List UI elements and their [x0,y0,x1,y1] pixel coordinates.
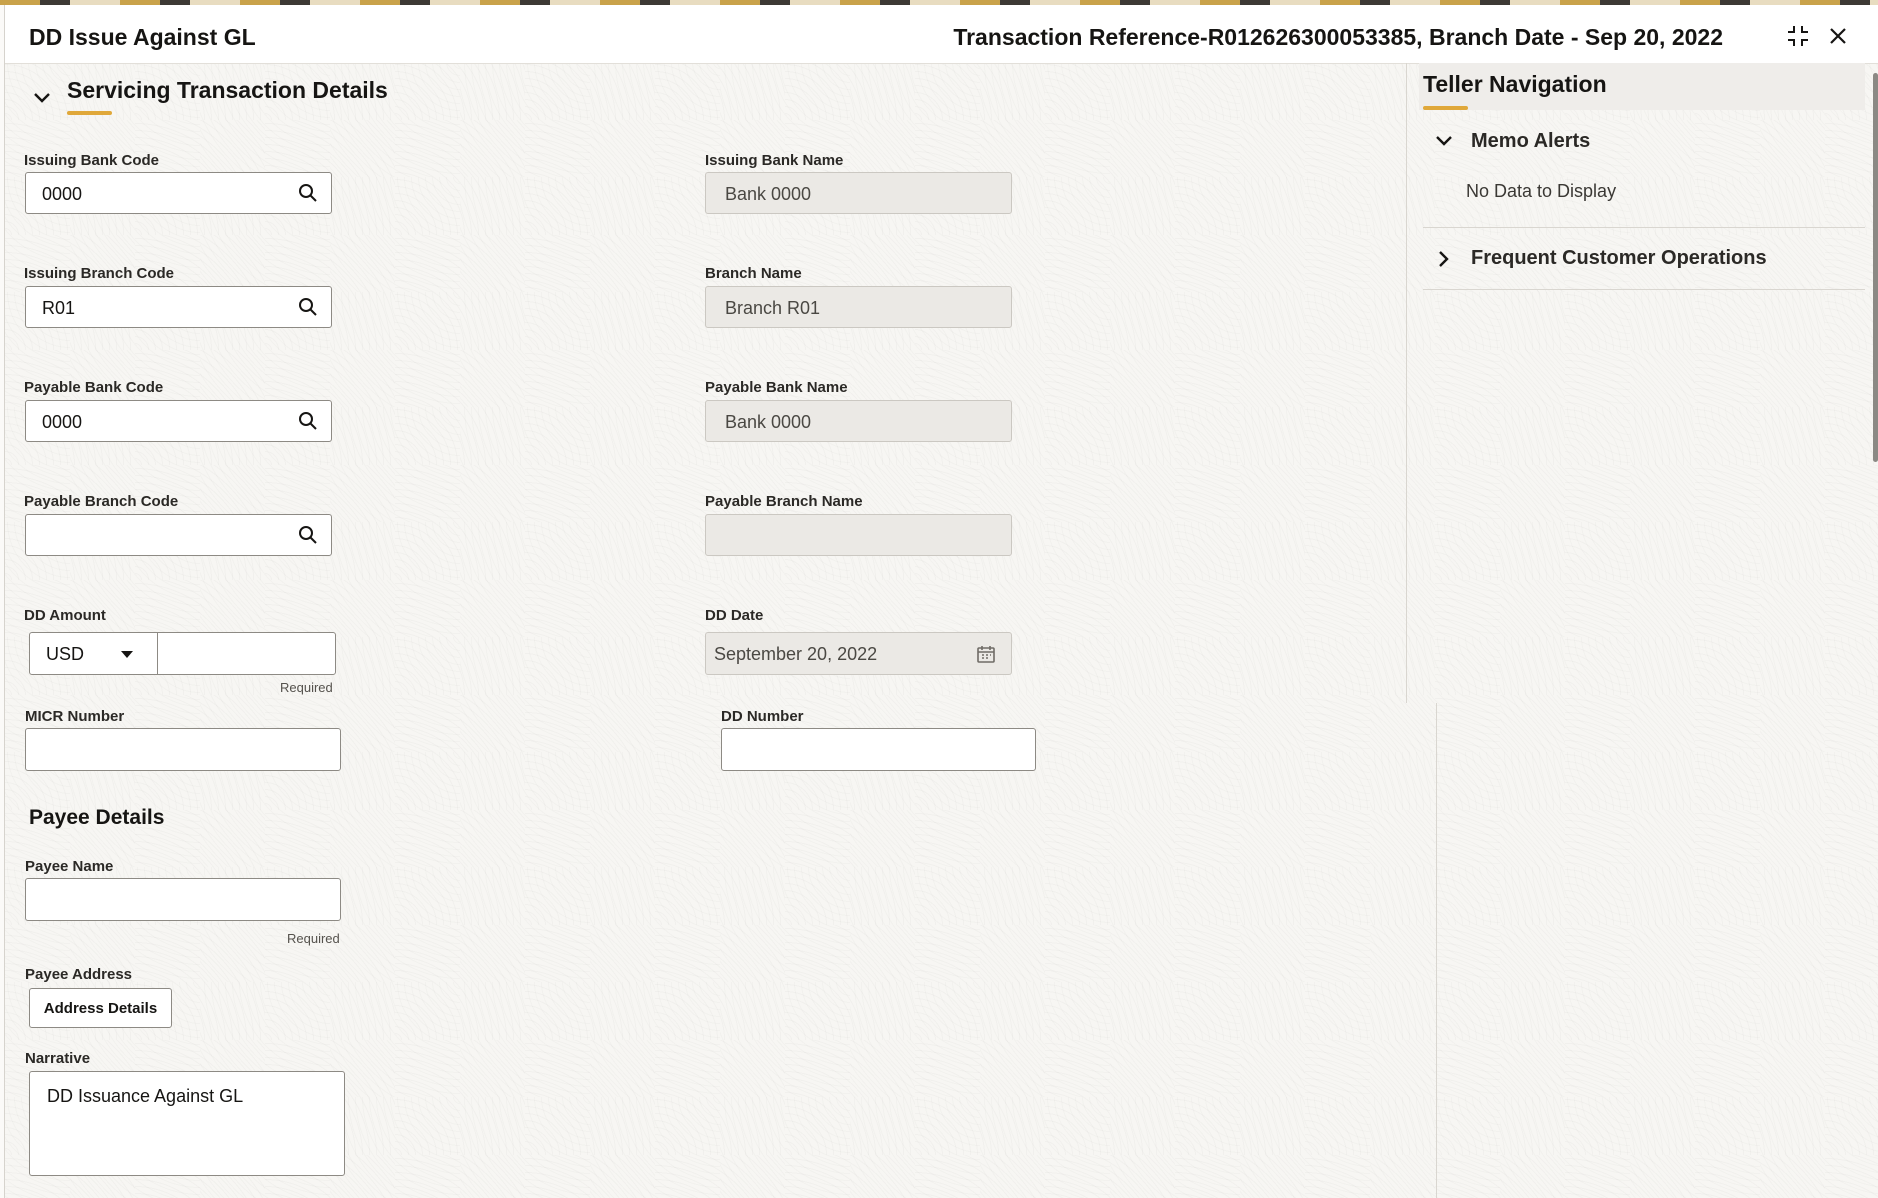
dd-amount-label: DD Amount [24,607,106,624]
caret-down-icon [121,651,133,658]
branch-name-label: Branch Name [705,265,802,282]
dd-number-label: DD Number [721,708,804,725]
issuing-bank-code-label: Issuing Bank Code [24,152,160,169]
teller-panel-scrollbar[interactable] [1873,73,1878,462]
issuing-bank-name-value: Bank 0000 [725,184,812,204]
issuing-branch-code-input[interactable]: R01 [25,286,332,328]
payable-bank-name-label: Payable Bank Name [705,379,848,396]
calendar-icon[interactable] [975,643,997,665]
window-header: DD Issue Against GL Transaction Referenc… [5,5,1878,64]
narrative-value: DD Issuance Against GL [47,1086,244,1106]
issuing-bank-name-label: Issuing Bank Name [705,152,844,169]
memo-divider [1423,227,1865,228]
search-icon[interactable] [297,410,319,432]
issuing-bank-code-input[interactable]: 0000 [25,172,332,214]
payee-address-label: Payee Address [25,966,133,983]
teller-navigation-title: Teller Navigation [1423,71,1607,97]
payee-name-label: Payee Name [25,858,114,875]
search-icon[interactable] [297,182,319,204]
section-title: Servicing Transaction Details [67,77,388,103]
minimize-icon[interactable] [1783,21,1813,51]
payable-bank-code-label: Payable Bank Code [24,379,164,396]
issuing-branch-code-value: R01 [42,298,76,318]
payable-branch-code-label: Payable Branch Code [24,493,179,510]
dd-number-input[interactable] [721,728,1036,771]
payable-branch-name-field [705,514,1012,556]
issuing-branch-code-label: Issuing Branch Code [24,265,175,282]
close-icon[interactable] [1823,21,1853,51]
issuing-bank-code-value: 0000 [42,184,83,204]
dd-date-field[interactable]: September 20, 2022 [705,632,1012,675]
currency-value: USD [46,644,85,664]
chevron-down-icon[interactable] [1431,128,1457,154]
payee-name-input[interactable] [25,878,341,921]
payable-bank-name-value: Bank 0000 [725,412,812,432]
issuing-bank-name-field: Bank 0000 [705,172,1012,214]
panel-divider-lower [1436,703,1437,1198]
payable-bank-code-input[interactable]: 0000 [25,400,332,442]
dd-amount-input[interactable] [157,632,336,675]
dd-amount-required-hint: Required [280,680,333,695]
payable-branch-code-input[interactable] [25,514,332,556]
memo-alerts-toggle[interactable]: Memo Alerts [1471,130,1590,153]
payable-bank-name-field: Bank 0000 [705,400,1012,442]
frequent-ops-divider [1423,289,1865,290]
memo-alerts-empty-text: No Data to Display [1466,181,1617,201]
chevron-down-icon[interactable] [29,85,55,111]
dd-issue-window: DD Issue Against GL Transaction Referenc… [4,5,1878,1198]
dd-date-value: September 20, 2022 [714,644,878,664]
search-icon[interactable] [297,296,319,318]
micr-number-label: MICR Number [25,708,125,725]
narrative-label: Narrative [25,1050,91,1067]
payee-details-title: Payee Details [29,806,165,829]
chevron-right-icon[interactable] [1431,246,1457,272]
payable-bank-code-value: 0000 [42,412,83,432]
address-details-button[interactable]: Address Details [29,988,172,1028]
currency-select[interactable]: USD [29,632,158,675]
branch-name-value: Branch R01 [725,298,821,318]
window-title: DD Issue Against GL [29,24,256,50]
section-underline [67,111,112,115]
search-icon[interactable] [297,524,319,546]
teller-underline [1423,106,1468,110]
transaction-reference: Transaction Reference-R012626300053385, … [953,24,1723,50]
micr-number-input[interactable] [25,728,341,771]
dd-date-label: DD Date [705,607,764,624]
narrative-textarea[interactable]: DD Issuance Against GL [29,1071,345,1176]
frequent-customer-operations-toggle[interactable]: Frequent Customer Operations [1471,247,1767,270]
branch-name-field: Branch R01 [705,286,1012,328]
payee-name-required-hint: Required [287,931,340,946]
panel-divider [1406,63,1407,703]
payable-branch-name-label: Payable Branch Name [705,493,863,510]
